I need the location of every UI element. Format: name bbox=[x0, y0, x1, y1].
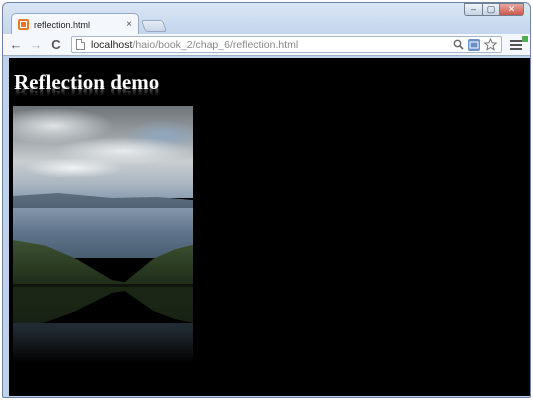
translate-icon[interactable] bbox=[468, 38, 480, 51]
tab-close-icon[interactable]: × bbox=[126, 19, 132, 30]
url-path: /haio/book_2/chap_6/reflection.html bbox=[132, 38, 299, 51]
menu-icon[interactable] bbox=[510, 35, 528, 53]
browser-window: – ▢ ✕ reflection.html × ← → C localhost/… bbox=[2, 2, 531, 398]
search-icon[interactable] bbox=[451, 38, 465, 52]
maximize-button[interactable]: ▢ bbox=[482, 3, 500, 16]
minimize-button[interactable]: – bbox=[464, 3, 482, 16]
window-controls: – ▢ ✕ bbox=[464, 3, 524, 16]
address-bar[interactable]: localhost/haio/book_2/chap_6/reflection.… bbox=[71, 36, 502, 53]
update-badge-icon bbox=[522, 35, 528, 42]
toolbar: ← → C localhost/haio/book_2/chap_6/refle… bbox=[3, 34, 530, 56]
tab-title: reflection.html bbox=[34, 19, 91, 30]
image-sky bbox=[13, 106, 193, 198]
reflection-hills bbox=[13, 287, 193, 327]
url-text[interactable]: localhost/haio/book_2/chap_6/reflection.… bbox=[91, 39, 448, 51]
forward-button[interactable]: → bbox=[27, 36, 45, 54]
page-viewport: Reflection demo Reflection demo bbox=[9, 58, 530, 396]
landscape-image-reflection bbox=[13, 287, 193, 362]
tab-reflection[interactable]: reflection.html × bbox=[11, 13, 139, 35]
reflection-lake bbox=[13, 323, 193, 362]
page-title-reflection: Reflection demo bbox=[14, 83, 160, 105]
new-tab-button[interactable] bbox=[140, 20, 168, 32]
close-window-button[interactable]: ✕ bbox=[500, 3, 524, 16]
reload-button[interactable]: C bbox=[47, 36, 65, 54]
landscape-image bbox=[13, 106, 193, 287]
url-host: localhost bbox=[91, 38, 133, 51]
star-icon[interactable] bbox=[483, 38, 497, 52]
back-button[interactable]: ← bbox=[7, 36, 25, 54]
page-icon bbox=[76, 39, 85, 50]
tab-strip: reflection.html × bbox=[11, 13, 168, 35]
html5-icon bbox=[18, 19, 29, 30]
